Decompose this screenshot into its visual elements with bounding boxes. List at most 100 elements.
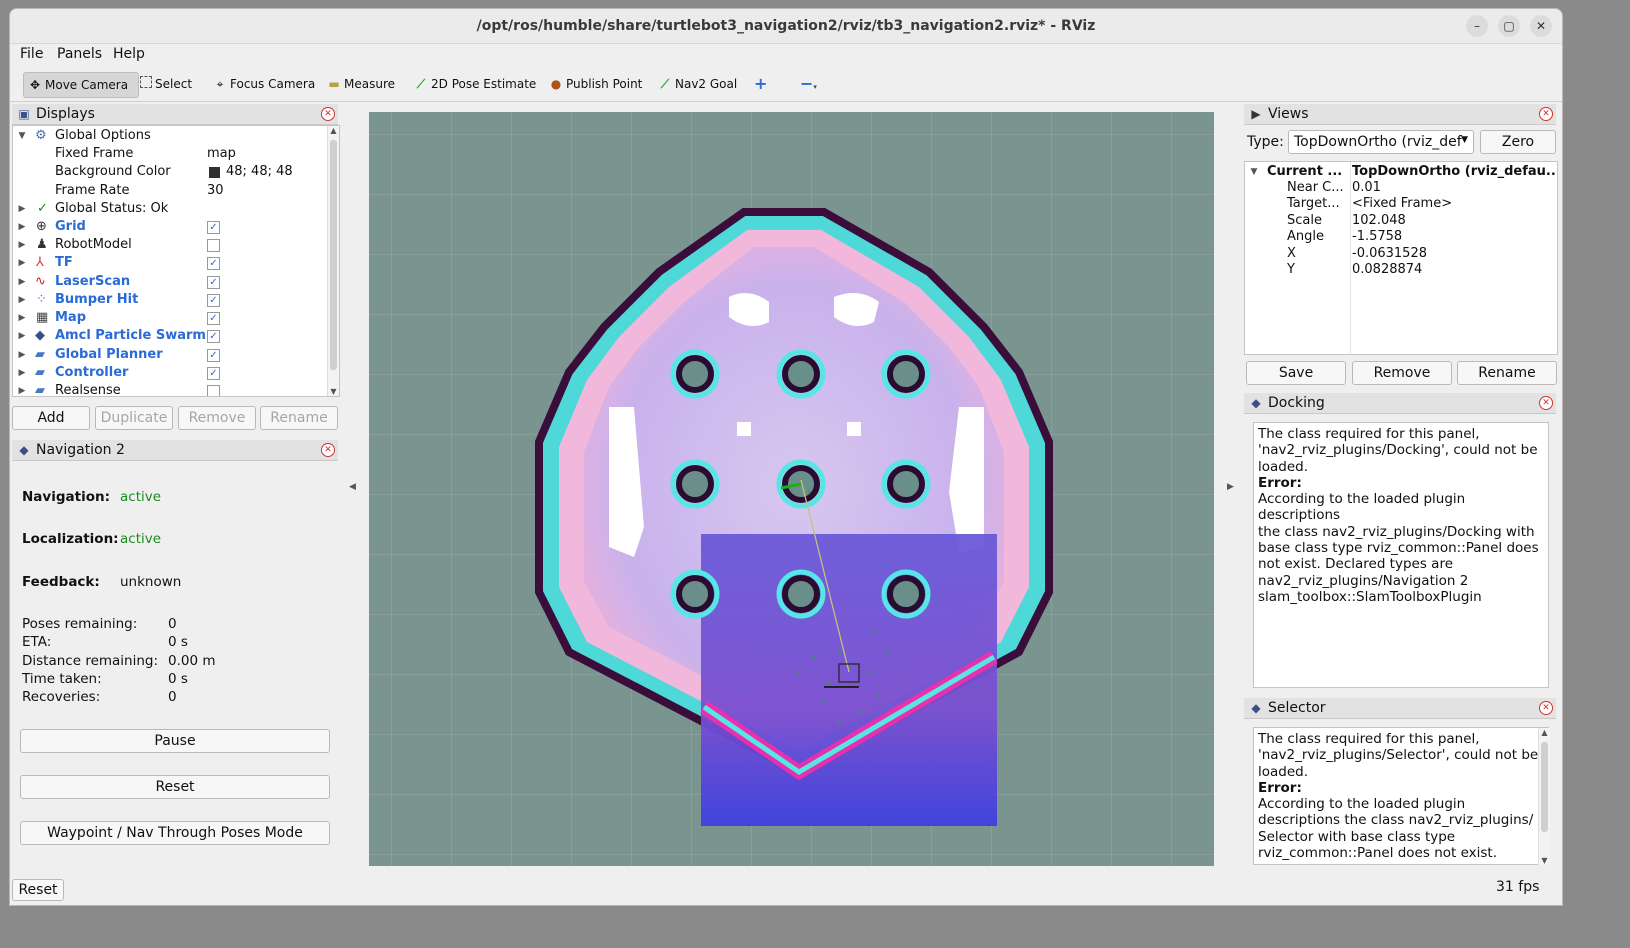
stat-label: ETA: <box>22 634 52 650</box>
map-checkbox[interactable]: ✓ <box>207 312 220 325</box>
folder-icon: ▰ <box>35 383 45 397</box>
stat-label: Distance remaining: <box>22 653 159 669</box>
display-item-robotmodel[interactable]: ▶ ♟ RobotModel <box>13 236 327 254</box>
stat-label: Poses remaining: <box>22 616 138 632</box>
tf-checkbox[interactable]: ✓ <box>207 257 220 270</box>
displays-scrollbar[interactable]: ▲ ▼ <box>327 126 339 396</box>
selector-scrollbar[interactable]: ▲ ▼ <box>1538 728 1550 865</box>
tool-move-camera[interactable]: ✥ Move Camera <box>23 72 139 98</box>
menu-help[interactable]: Help <box>113 46 145 62</box>
zero-button[interactable]: Zero <box>1480 130 1556 154</box>
displays-panel-header: ▣ Displays ✕ <box>12 104 338 125</box>
close-navigation2-icon[interactable]: ✕ <box>321 443 335 457</box>
display-item-bumper-hit[interactable]: ▶ ⁘ Bumper Hit ✓ <box>13 291 327 309</box>
expand-right-icon[interactable]: ▶ <box>17 327 27 345</box>
expand-right-icon[interactable]: ▶ <box>17 200 27 218</box>
view-property-row[interactable]: Y 0.0828874 <box>1245 261 1557 279</box>
display-item-tf[interactable]: ▶ ⅄ TF ✓ <box>13 254 327 272</box>
tool-2d-pose-estimate[interactable]: ⟋ 2D Pose Estimate <box>410 72 540 96</box>
stat-label: Recoveries: <box>22 689 101 705</box>
display-item-amcl-particle-swarm[interactable]: ▶ ◆ Amcl Particle Swarm ✓ <box>13 327 327 345</box>
scroll-down-icon[interactable]: ▼ <box>1539 856 1550 865</box>
map-canvas[interactable] <box>369 112 1214 866</box>
close-displays-icon[interactable]: ✕ <box>321 107 335 121</box>
display-item-laserscan[interactable]: ▶ ∿ LaserScan ✓ <box>13 273 327 291</box>
global-planner-checkbox[interactable]: ✓ <box>207 349 220 362</box>
save-view-button[interactable]: Save <box>1246 361 1346 385</box>
tree-row-global-options[interactable]: ▼ ⚙ Global Options <box>13 127 327 145</box>
expand-right-icon[interactable]: ▶ <box>17 346 27 364</box>
display-item-controller[interactable]: ▶ ▰ Controller ✓ <box>13 364 327 382</box>
close-selector-icon[interactable]: ✕ <box>1539 701 1553 715</box>
display-item-realsense[interactable]: ▶ ▰ Realsense <box>13 382 327 397</box>
waypoint-mode-button[interactable]: Waypoint / Nav Through Poses Mode <box>20 821 330 845</box>
expand-right-icon[interactable]: ▶ <box>17 364 27 382</box>
tool-nav2-goal[interactable]: ⟋ Nav2 Goal <box>654 72 741 96</box>
tool-add[interactable]: + <box>750 72 771 96</box>
realsense-checkbox[interactable] <box>207 385 220 396</box>
rename-display-button[interactable]: Rename <box>260 406 338 430</box>
color-swatch[interactable] <box>209 167 220 178</box>
add-display-button[interactable]: Add <box>12 406 90 430</box>
amcl-particle-swarm-checkbox[interactable]: ✓ <box>207 330 220 343</box>
tool-publish-point[interactable]: ● Publish Point <box>545 72 646 96</box>
expand-right-icon[interactable]: ▶ <box>17 218 27 236</box>
expand-right-icon[interactable]: ▶ <box>17 236 27 254</box>
minimize-button[interactable]: – <box>1466 15 1488 37</box>
scroll-up-icon[interactable]: ▲ <box>1539 728 1550 737</box>
display-item-global-planner[interactable]: ▶ ▰ Global Planner ✓ <box>13 346 327 364</box>
expand-right-icon[interactable]: ▶ <box>17 273 27 291</box>
render-view[interactable] <box>369 112 1214 866</box>
tool-select[interactable]: Select <box>136 72 196 96</box>
duplicate-display-button[interactable]: Duplicate <box>95 406 173 430</box>
tool-measure[interactable]: ▬ Measure <box>323 72 399 96</box>
remove-view-button[interactable]: Remove <box>1352 361 1452 385</box>
expand-right-icon[interactable]: ▶ <box>17 254 27 272</box>
collapse-left-icon[interactable]: ◀ <box>349 482 356 492</box>
view-type-dropdown[interactable]: TopDownOrtho (rviz_def ▼ <box>1288 130 1474 154</box>
feedback-value: unknown <box>120 574 182 590</box>
tool-focus-camera[interactable]: ⌖ Focus Camera <box>209 72 319 96</box>
expand-right-icon[interactable]: ▶ <box>17 291 27 309</box>
rename-view-button[interactable]: Rename <box>1457 361 1557 385</box>
reset-time-button[interactable]: Reset <box>12 879 64 901</box>
close-views-icon[interactable]: ✕ <box>1539 107 1553 121</box>
menu-panels[interactable]: Panels <box>57 46 102 62</box>
grid-checkbox[interactable]: ✓ <box>207 221 220 234</box>
maximize-button[interactable]: ▢ <box>1498 15 1520 37</box>
localization-label: Localization: <box>22 531 119 547</box>
rviz-window: /opt/ros/humble/share/turtlebot3_navigat… <box>9 8 1563 906</box>
property-frame-rate[interactable]: Frame Rate 30 <box>13 182 327 200</box>
bumper-hit-checkbox[interactable]: ✓ <box>207 294 220 307</box>
menu-bar: File Panels Help <box>10 44 1562 66</box>
tree-row-global-status[interactable]: ▶ ✓ Global Status: Ok <box>13 200 327 218</box>
stat-label: Time taken: <box>22 671 102 687</box>
display-item-map[interactable]: ▶ ▦ Map ✓ <box>13 309 327 327</box>
scroll-up-icon[interactable]: ▲ <box>328 126 339 135</box>
display-item-grid[interactable]: ▶ ⊕ Grid ✓ <box>13 218 327 236</box>
scroll-down-icon[interactable]: ▼ <box>328 387 339 396</box>
focus-camera-icon: ⌖ <box>216 77 224 91</box>
close-window-button[interactable]: ✕ <box>1530 15 1552 37</box>
laserscan-checkbox[interactable]: ✓ <box>207 276 220 289</box>
remove-display-button[interactable]: Remove <box>178 406 256 430</box>
close-docking-icon[interactable]: ✕ <box>1539 396 1553 410</box>
property-background-color[interactable]: Background Color 48; 48; 48 <box>13 163 327 181</box>
property-fixed-frame[interactable]: Fixed Frame map <box>13 145 327 163</box>
robotmodel-checkbox[interactable] <box>207 239 220 252</box>
view-property-row[interactable]: Angle -1.5758 <box>1245 228 1557 246</box>
scroll-thumb[interactable] <box>1541 742 1548 832</box>
tool-remove[interactable]: −▾ <box>796 72 821 96</box>
localization-status: active <box>120 531 162 547</box>
expand-down-icon[interactable]: ▼ <box>17 127 27 145</box>
menu-file[interactable]: File <box>20 46 43 62</box>
selector-panel-header: ◆ Selector ✕ <box>1244 698 1556 719</box>
reset-navigation-button[interactable]: Reset <box>20 775 330 799</box>
expand-right-icon[interactable]: ▶ <box>17 382 27 396</box>
view-property-row[interactable]: Target... <Fixed Frame> <box>1245 195 1557 213</box>
pause-button[interactable]: Pause <box>20 729 330 753</box>
expand-right-icon[interactable]: ▶ <box>17 309 27 327</box>
collapse-right-icon[interactable]: ▶ <box>1227 482 1234 492</box>
scroll-thumb[interactable] <box>330 140 337 370</box>
controller-checkbox[interactable]: ✓ <box>207 367 220 380</box>
